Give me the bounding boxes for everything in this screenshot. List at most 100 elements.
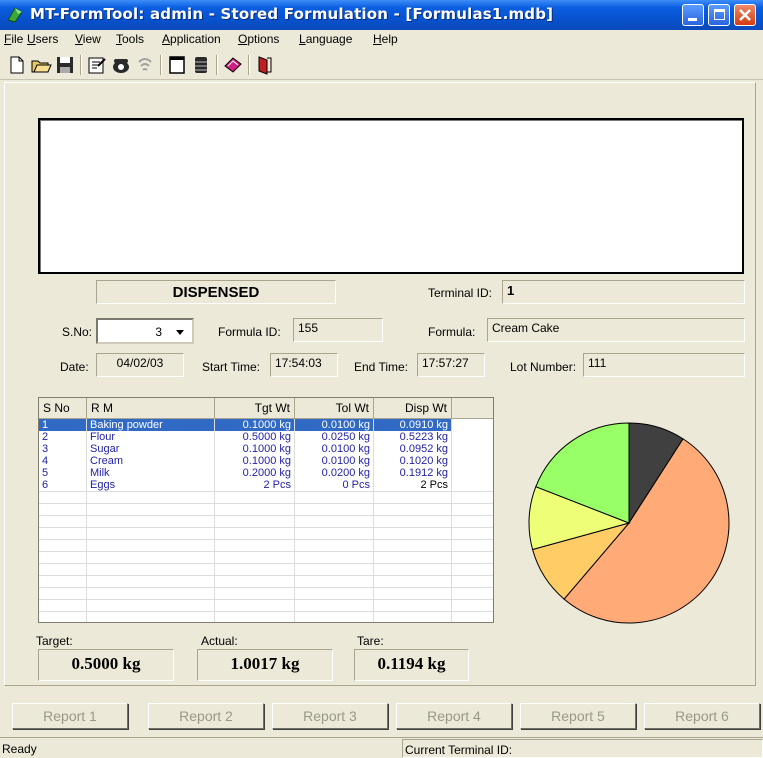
- toolbar: [0, 50, 763, 80]
- report-3-button[interactable]: Report 3: [272, 703, 388, 729]
- sno-select-value: 3: [155, 325, 162, 339]
- start-time-value: 17:54:03: [270, 353, 338, 377]
- column-header-tol-wt[interactable]: Tol Wt: [295, 398, 374, 419]
- phone-icon[interactable]: [110, 54, 132, 76]
- date-label: Date:: [60, 360, 89, 374]
- table-cell-rm: Baking powder: [87, 419, 215, 431]
- table-cell-rm: Eggs: [87, 479, 215, 491]
- row-divider: [39, 599, 493, 600]
- title-bar[interactable]: MT-FormTool: admin - Stored Formulation …: [0, 0, 763, 30]
- row-divider: [39, 503, 493, 504]
- document-icon[interactable]: [166, 54, 188, 76]
- minimize-button[interactable]: [682, 4, 704, 26]
- table-row[interactable]: 2 Flour 0.5000 kg 0.0250 kg 0.5223 kg: [39, 431, 493, 443]
- maximize-button[interactable]: [708, 4, 730, 26]
- row-divider: [39, 575, 493, 576]
- sno-select[interactable]: 3: [96, 318, 194, 344]
- table-cell-tgt: 0.2000 kg: [215, 467, 295, 479]
- report-2-button[interactable]: Report 2: [148, 703, 264, 729]
- table-cell-disp: 2 Pcs: [374, 479, 452, 491]
- menu-users[interactable]: Users: [27, 32, 58, 46]
- column-header-sno[interactable]: S No: [39, 398, 87, 419]
- formula-id-label: Formula ID:: [218, 325, 281, 339]
- lot-number-value: 111: [583, 353, 745, 377]
- status-ready: Ready: [2, 742, 37, 756]
- table-cell-tgt: 0.1000 kg: [215, 419, 295, 431]
- table-cell-sno: 6: [39, 479, 87, 491]
- date-value: 04/02/03: [96, 353, 184, 377]
- table-cell-tol: 0.0200 kg: [295, 467, 374, 479]
- table-cell-disp: 0.0952 kg: [374, 443, 452, 455]
- sno-label: S.No:: [62, 325, 93, 339]
- row-divider: [39, 551, 493, 552]
- menu-view[interactable]: View: [75, 32, 101, 46]
- open-icon[interactable]: [30, 54, 52, 76]
- table-cell-tol: 0.0100 kg: [295, 443, 374, 455]
- disabled-phone-icon[interactable]: [134, 54, 156, 76]
- report-6-button[interactable]: Report 6: [644, 703, 760, 729]
- column-divider: [214, 419, 215, 622]
- close-icon: [739, 9, 751, 21]
- table-row[interactable]: 3 Sugar 0.1000 kg 0.0100 kg 0.0952 kg: [39, 443, 493, 455]
- target-total: 0.5000 kg: [38, 649, 174, 681]
- save-icon[interactable]: [54, 54, 76, 76]
- toolbar-separator: [160, 55, 162, 75]
- report-4-button[interactable]: Report 4: [396, 703, 512, 729]
- column-divider: [294, 419, 295, 622]
- formula-value: Cream Cake: [487, 318, 745, 342]
- ingredients-table[interactable]: S No R M Tgt Wt Tol Wt Disp Wt 1 Baking p…: [38, 397, 494, 623]
- close-button[interactable]: [734, 4, 756, 26]
- exit-icon[interactable]: [254, 54, 276, 76]
- table-row[interactable]: 1 Baking powder 0.1000 kg 0.0100 kg 0.0910 k…: [39, 419, 493, 431]
- table-cell-rm: Sugar: [87, 443, 215, 455]
- dispense-status: DISPENSED: [96, 280, 336, 304]
- table-cell-disp: 0.0910 kg: [374, 419, 452, 431]
- column-header-rm[interactable]: R M: [87, 398, 215, 419]
- column-header-tgt-wt[interactable]: Tgt Wt: [215, 398, 295, 419]
- table-cell-sno: 4: [39, 455, 87, 467]
- start-time-label: Start Time:: [202, 360, 261, 374]
- report-1-button[interactable]: Report 1: [12, 703, 128, 729]
- dispense-pie-chart: [528, 422, 730, 624]
- lot-number-label: Lot Number:: [510, 360, 577, 374]
- column-divider: [451, 419, 452, 622]
- target-label: Target:: [36, 634, 73, 648]
- table-cell-tgt: 0.5000 kg: [215, 431, 295, 443]
- book-icon[interactable]: [222, 54, 244, 76]
- row-divider: [39, 563, 493, 564]
- terminal-id-value: 1: [502, 280, 745, 304]
- display-area: [38, 118, 744, 274]
- table-cell-tol: 0 Pcs: [295, 479, 374, 491]
- toolbar-separator: [248, 55, 250, 75]
- formula-label: Formula:: [428, 325, 476, 339]
- table-cell-disp: 0.5223 kg: [374, 431, 452, 443]
- menu-options[interactable]: Options: [238, 32, 279, 46]
- column-header-blank: [452, 398, 493, 419]
- tare-total: 0.1194 kg: [354, 649, 469, 681]
- new-icon[interactable]: [6, 54, 28, 76]
- menu-help[interactable]: Help: [373, 32, 398, 46]
- row-divider: [39, 515, 493, 516]
- properties-icon[interactable]: [86, 54, 108, 76]
- row-divider: [39, 527, 493, 528]
- column-header-disp-wt[interactable]: Disp Wt: [374, 398, 452, 419]
- table-row[interactable]: 5 Milk 0.2000 kg 0.0200 kg 0.1912 kg: [39, 467, 493, 479]
- column-divider: [373, 419, 374, 622]
- menu-file[interactable]: File: [4, 32, 23, 46]
- table-row[interactable]: 6 Eggs 2 Pcs 0 Pcs 2 Pcs: [39, 479, 493, 491]
- actual-total: 1.0017 kg: [197, 649, 333, 681]
- tare-label: Tare:: [357, 634, 384, 648]
- table-cell-tgt: 0.1000 kg: [215, 455, 295, 467]
- report-5-button[interactable]: Report 5: [520, 703, 636, 729]
- table-row[interactable]: 4 Cream 0.1000 kg 0.0100 kg 0.1020 kg: [39, 455, 493, 467]
- table-cell-sno: 3: [39, 443, 87, 455]
- chevron-down-icon[interactable]: [173, 325, 187, 339]
- menu-tools[interactable]: Tools: [116, 32, 144, 46]
- toolbar-separator: [80, 55, 82, 75]
- menu-language[interactable]: Language: [299, 32, 352, 46]
- database-icon[interactable]: [190, 54, 212, 76]
- table-cell-disp: 0.1912 kg: [374, 467, 452, 479]
- table-cell-tol: 0.0100 kg: [295, 419, 374, 431]
- table-cell-sno: 1: [39, 419, 87, 431]
- menu-application[interactable]: Application: [162, 32, 221, 46]
